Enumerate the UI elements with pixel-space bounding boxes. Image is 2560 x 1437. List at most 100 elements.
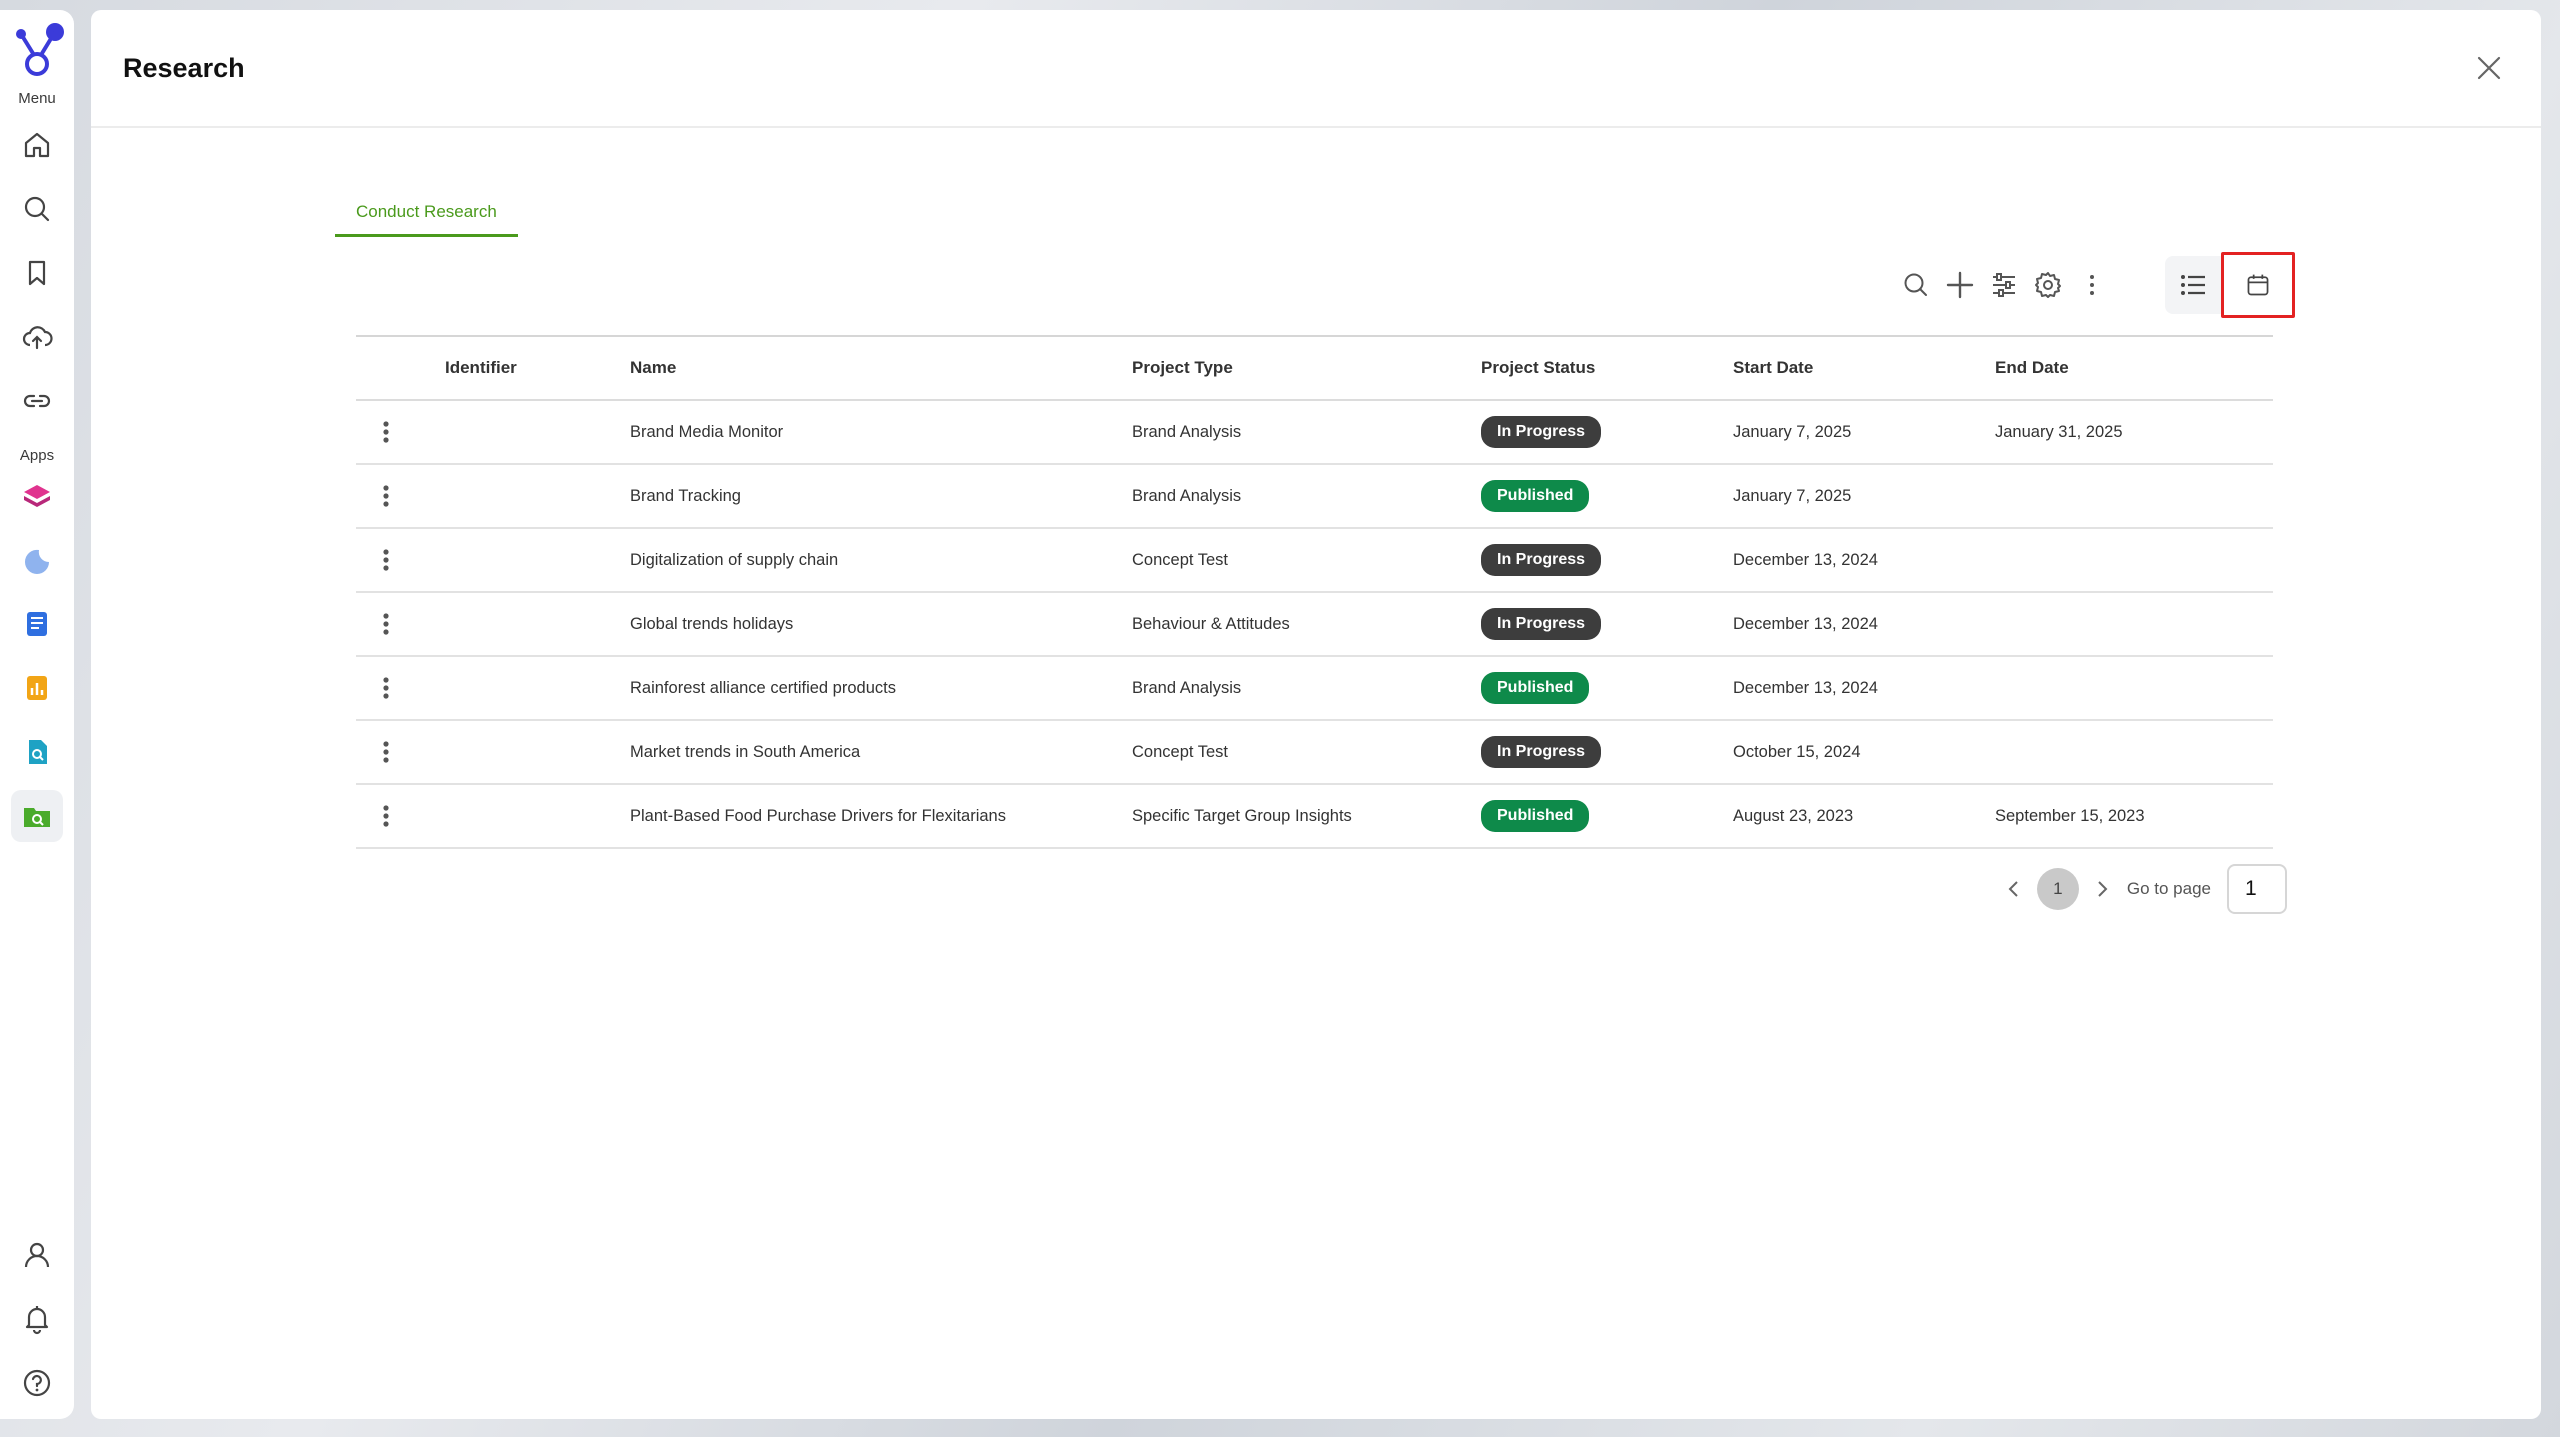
kebab-menu-icon [383, 741, 389, 763]
cell-identifier [416, 464, 630, 529]
nav-upload[interactable] [11, 311, 63, 363]
search-button[interactable] [1895, 264, 1937, 306]
row-actions-cell [356, 400, 416, 465]
bookmark-icon [28, 260, 46, 286]
cell-project-status: In Progress [1481, 592, 1733, 657]
row-menu-button[interactable] [356, 417, 416, 447]
cell-start-date: January 7, 2025 [1733, 400, 1995, 465]
cell-start-date: January 7, 2025 [1733, 464, 1995, 529]
app-wave[interactable] [11, 534, 63, 586]
nav-links[interactable] [11, 375, 63, 427]
sliders-icon [1993, 273, 2015, 297]
row-menu-button[interactable] [356, 545, 416, 575]
header-project-type[interactable]: Project Type [1132, 335, 1481, 401]
table-row[interactable]: Rainforest alliance certified products Br… [356, 656, 2273, 721]
cell-identifier [416, 592, 630, 657]
header-start-date[interactable]: Start Date [1733, 335, 1995, 401]
go-to-page-input[interactable] [2227, 864, 2287, 914]
nav-home[interactable] [11, 119, 63, 171]
cell-name[interactable]: Brand Tracking [630, 464, 1132, 529]
next-page-button[interactable] [2087, 874, 2117, 904]
status-badge: In Progress [1481, 544, 1602, 576]
status-badge: In Progress [1481, 736, 1602, 768]
app-logo[interactable] [9, 20, 65, 82]
table-row[interactable]: Brand Tracking Brand Analysis Published Jan… [356, 464, 2273, 529]
cell-name[interactable]: Brand Media Monitor [630, 400, 1132, 465]
kebab-menu-icon [383, 613, 389, 635]
app-wave-icon [24, 549, 49, 574]
app-chart-icon [27, 676, 47, 700]
cell-project-type: Brand Analysis [1132, 400, 1481, 465]
row-actions-cell [356, 720, 416, 785]
cell-name[interactable]: Rainforest alliance certified products [630, 656, 1132, 721]
list-view-button[interactable] [2165, 256, 2221, 314]
cell-name[interactable]: Digitalization of supply chain [630, 528, 1132, 593]
go-to-page-label: Go to page [2126, 879, 2211, 898]
kebab-menu-icon [383, 549, 389, 571]
nav-search[interactable] [11, 183, 63, 235]
cell-project-status: In Progress [1481, 720, 1733, 785]
row-menu-button[interactable] [356, 609, 416, 639]
nav-help[interactable] [11, 1357, 63, 1409]
cell-project-type: Concept Test [1132, 528, 1481, 593]
row-menu-button[interactable] [356, 737, 416, 767]
more-options-button[interactable] [2071, 264, 2113, 306]
app-chart[interactable] [11, 662, 63, 714]
status-badge: Published [1481, 800, 1590, 832]
menu-label: Menu [18, 90, 56, 107]
cell-project-type: Concept Test [1132, 720, 1481, 785]
plus-icon [1946, 271, 1974, 299]
add-button[interactable] [1939, 264, 1981, 306]
app-cube[interactable] [11, 470, 63, 522]
header-project-status[interactable]: Project Status [1481, 335, 1733, 401]
close-button[interactable] [2469, 48, 2509, 88]
settings-button[interactable] [2027, 264, 2069, 306]
row-menu-button[interactable] [356, 481, 416, 511]
kebab-menu-icon [383, 805, 389, 827]
cell-project-type: Behaviour & Attitudes [1132, 592, 1481, 657]
cell-name[interactable]: Plant-Based Food Purchase Drivers for Fl… [630, 784, 1132, 849]
cloud-upload-icon [22, 326, 53, 350]
cell-end-date [1995, 528, 2273, 593]
app-doc-search[interactable] [11, 726, 63, 778]
user-icon [24, 1242, 50, 1268]
app-folder-search[interactable] [11, 790, 63, 842]
apps-label: Apps [19, 447, 55, 464]
status-badge: In Progress [1481, 416, 1602, 448]
cell-project-status: Published [1481, 464, 1733, 529]
tab-conduct-research[interactable]: Conduct Research [335, 190, 518, 237]
cell-project-type: Brand Analysis [1132, 464, 1481, 529]
table-row[interactable]: Brand Media Monitor Brand Analysis In Prog… [356, 400, 2273, 465]
cell-name[interactable]: Market trends in South America [630, 720, 1132, 785]
nav-profile[interactable] [11, 1229, 63, 1281]
filter-button[interactable] [1983, 264, 2025, 306]
left-nav-rail: Menu Apps [0, 10, 74, 1419]
app-document[interactable] [11, 598, 63, 650]
row-actions-cell [356, 528, 416, 593]
table-row[interactable]: Global trends holidays Behaviour & Attitu… [356, 592, 2273, 657]
table-row[interactable]: Market trends in South America Concept Te… [356, 720, 2273, 785]
page-1-button[interactable]: 1 [2036, 868, 2079, 910]
status-badge: In Progress [1481, 608, 1602, 640]
prev-page-button[interactable] [1999, 874, 2029, 904]
row-menu-button[interactable] [356, 801, 416, 831]
cell-identifier [416, 528, 630, 593]
row-menu-button[interactable] [356, 673, 416, 703]
cell-start-date: December 13, 2024 [1733, 528, 1995, 593]
nav-bookmarks[interactable] [11, 247, 63, 299]
cell-name[interactable]: Global trends holidays [630, 592, 1132, 657]
header-end-date[interactable]: End Date [1995, 335, 2273, 401]
table-row[interactable]: Plant-Based Food Purchase Drivers for Fl… [356, 784, 2273, 849]
view-toggle [2165, 252, 2295, 318]
header-identifier[interactable]: Identifier [416, 335, 630, 401]
calendar-view-button[interactable] [2221, 252, 2295, 318]
gear-icon [2035, 272, 2061, 298]
cell-end-date [1995, 656, 2273, 721]
header-name[interactable]: Name [630, 335, 1132, 401]
kebab-menu-icon [2090, 275, 2094, 295]
app-doc-search-icon [29, 740, 47, 764]
search-icon [1904, 273, 1927, 296]
table-row[interactable]: Digitalization of supply chain Concept Te… [356, 528, 2273, 593]
research-table: Identifier Name Project Type Project Sta… [356, 335, 2273, 849]
nav-notifications[interactable] [11, 1293, 63, 1345]
